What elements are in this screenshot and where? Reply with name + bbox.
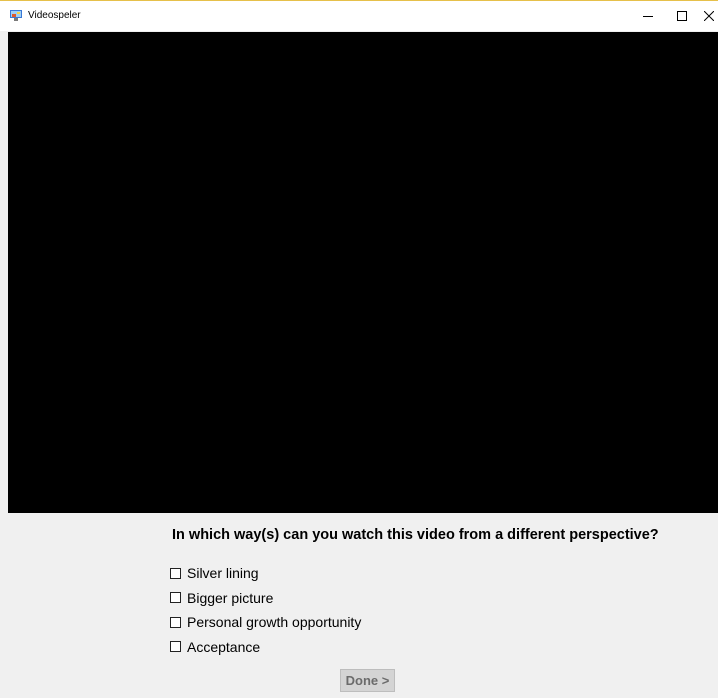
option-personal-growth[interactable]: Personal growth opportunity — [170, 610, 361, 635]
title-bar[interactable]: Videospeler — [0, 1, 718, 31]
app-icon — [10, 10, 22, 21]
survey-question: In which way(s) can you watch this video… — [172, 527, 659, 543]
survey-options: Silver lining Bigger picture Personal gr… — [170, 561, 361, 659]
checkbox-bigger-picture[interactable] — [170, 592, 181, 604]
checkbox-silver-lining[interactable] — [170, 567, 181, 579]
option-label: Bigger picture — [187, 589, 274, 606]
window-title: Videospeler — [28, 10, 81, 21]
maximize-icon — [677, 11, 687, 21]
maximize-button[interactable] — [665, 1, 699, 31]
option-silver-lining[interactable]: Silver lining — [170, 561, 361, 586]
option-label: Acceptance — [187, 638, 261, 655]
option-label: Silver lining — [187, 565, 259, 582]
checkbox-acceptance[interactable] — [170, 641, 181, 653]
close-icon — [703, 11, 714, 21]
video-player-window: Videospeler In which way(s) can you watc… — [0, 0, 718, 698]
minimize-button[interactable] — [631, 1, 665, 31]
option-bigger-picture[interactable]: Bigger picture — [170, 586, 361, 611]
video-area[interactable] — [8, 32, 718, 513]
option-label: Personal growth opportunity — [187, 614, 362, 631]
done-button[interactable]: Done > — [340, 669, 395, 692]
close-button[interactable] — [699, 1, 718, 31]
checkbox-personal-growth[interactable] — [170, 616, 181, 628]
minimize-icon — [643, 16, 653, 17]
option-acceptance[interactable]: Acceptance — [170, 635, 361, 660]
